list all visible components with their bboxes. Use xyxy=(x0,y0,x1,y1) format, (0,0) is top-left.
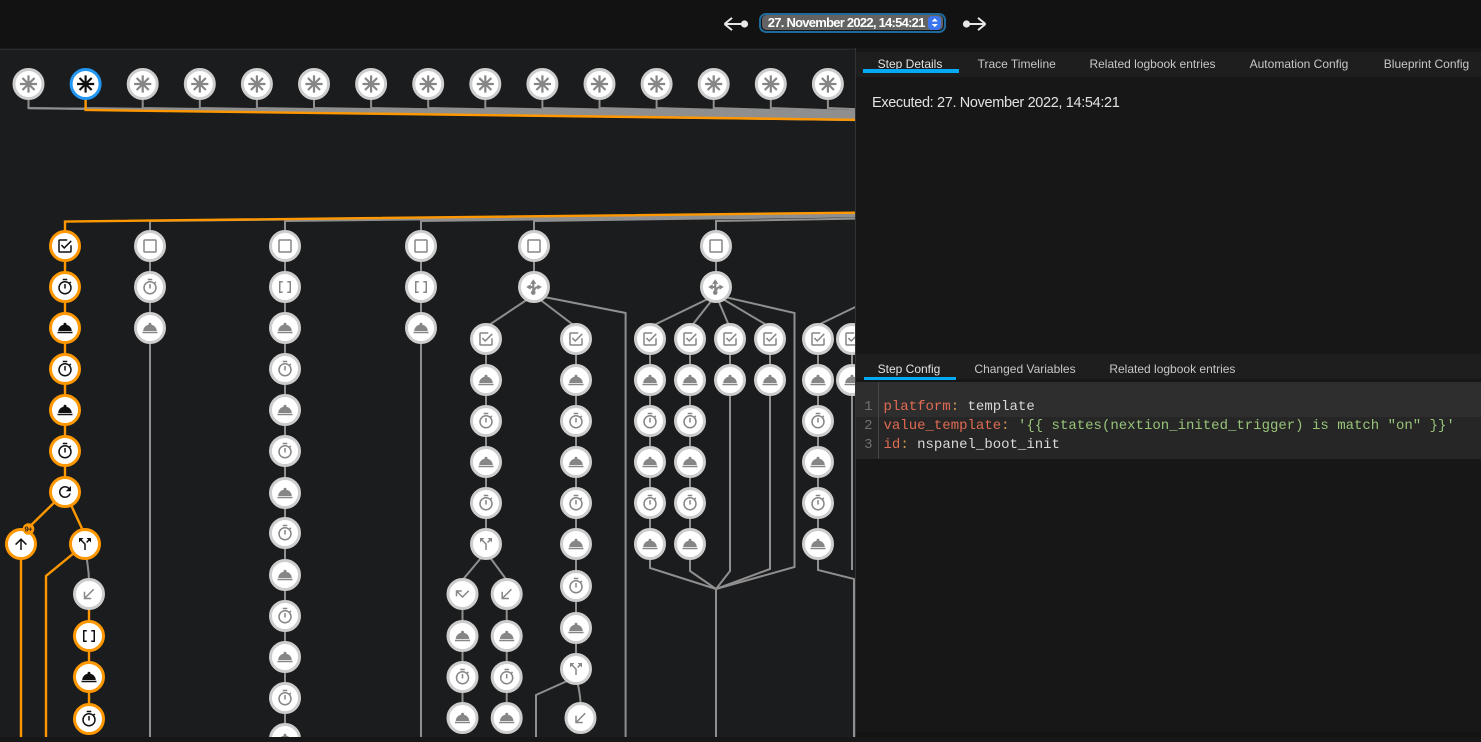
svg-text:9+: 9+ xyxy=(25,525,34,534)
